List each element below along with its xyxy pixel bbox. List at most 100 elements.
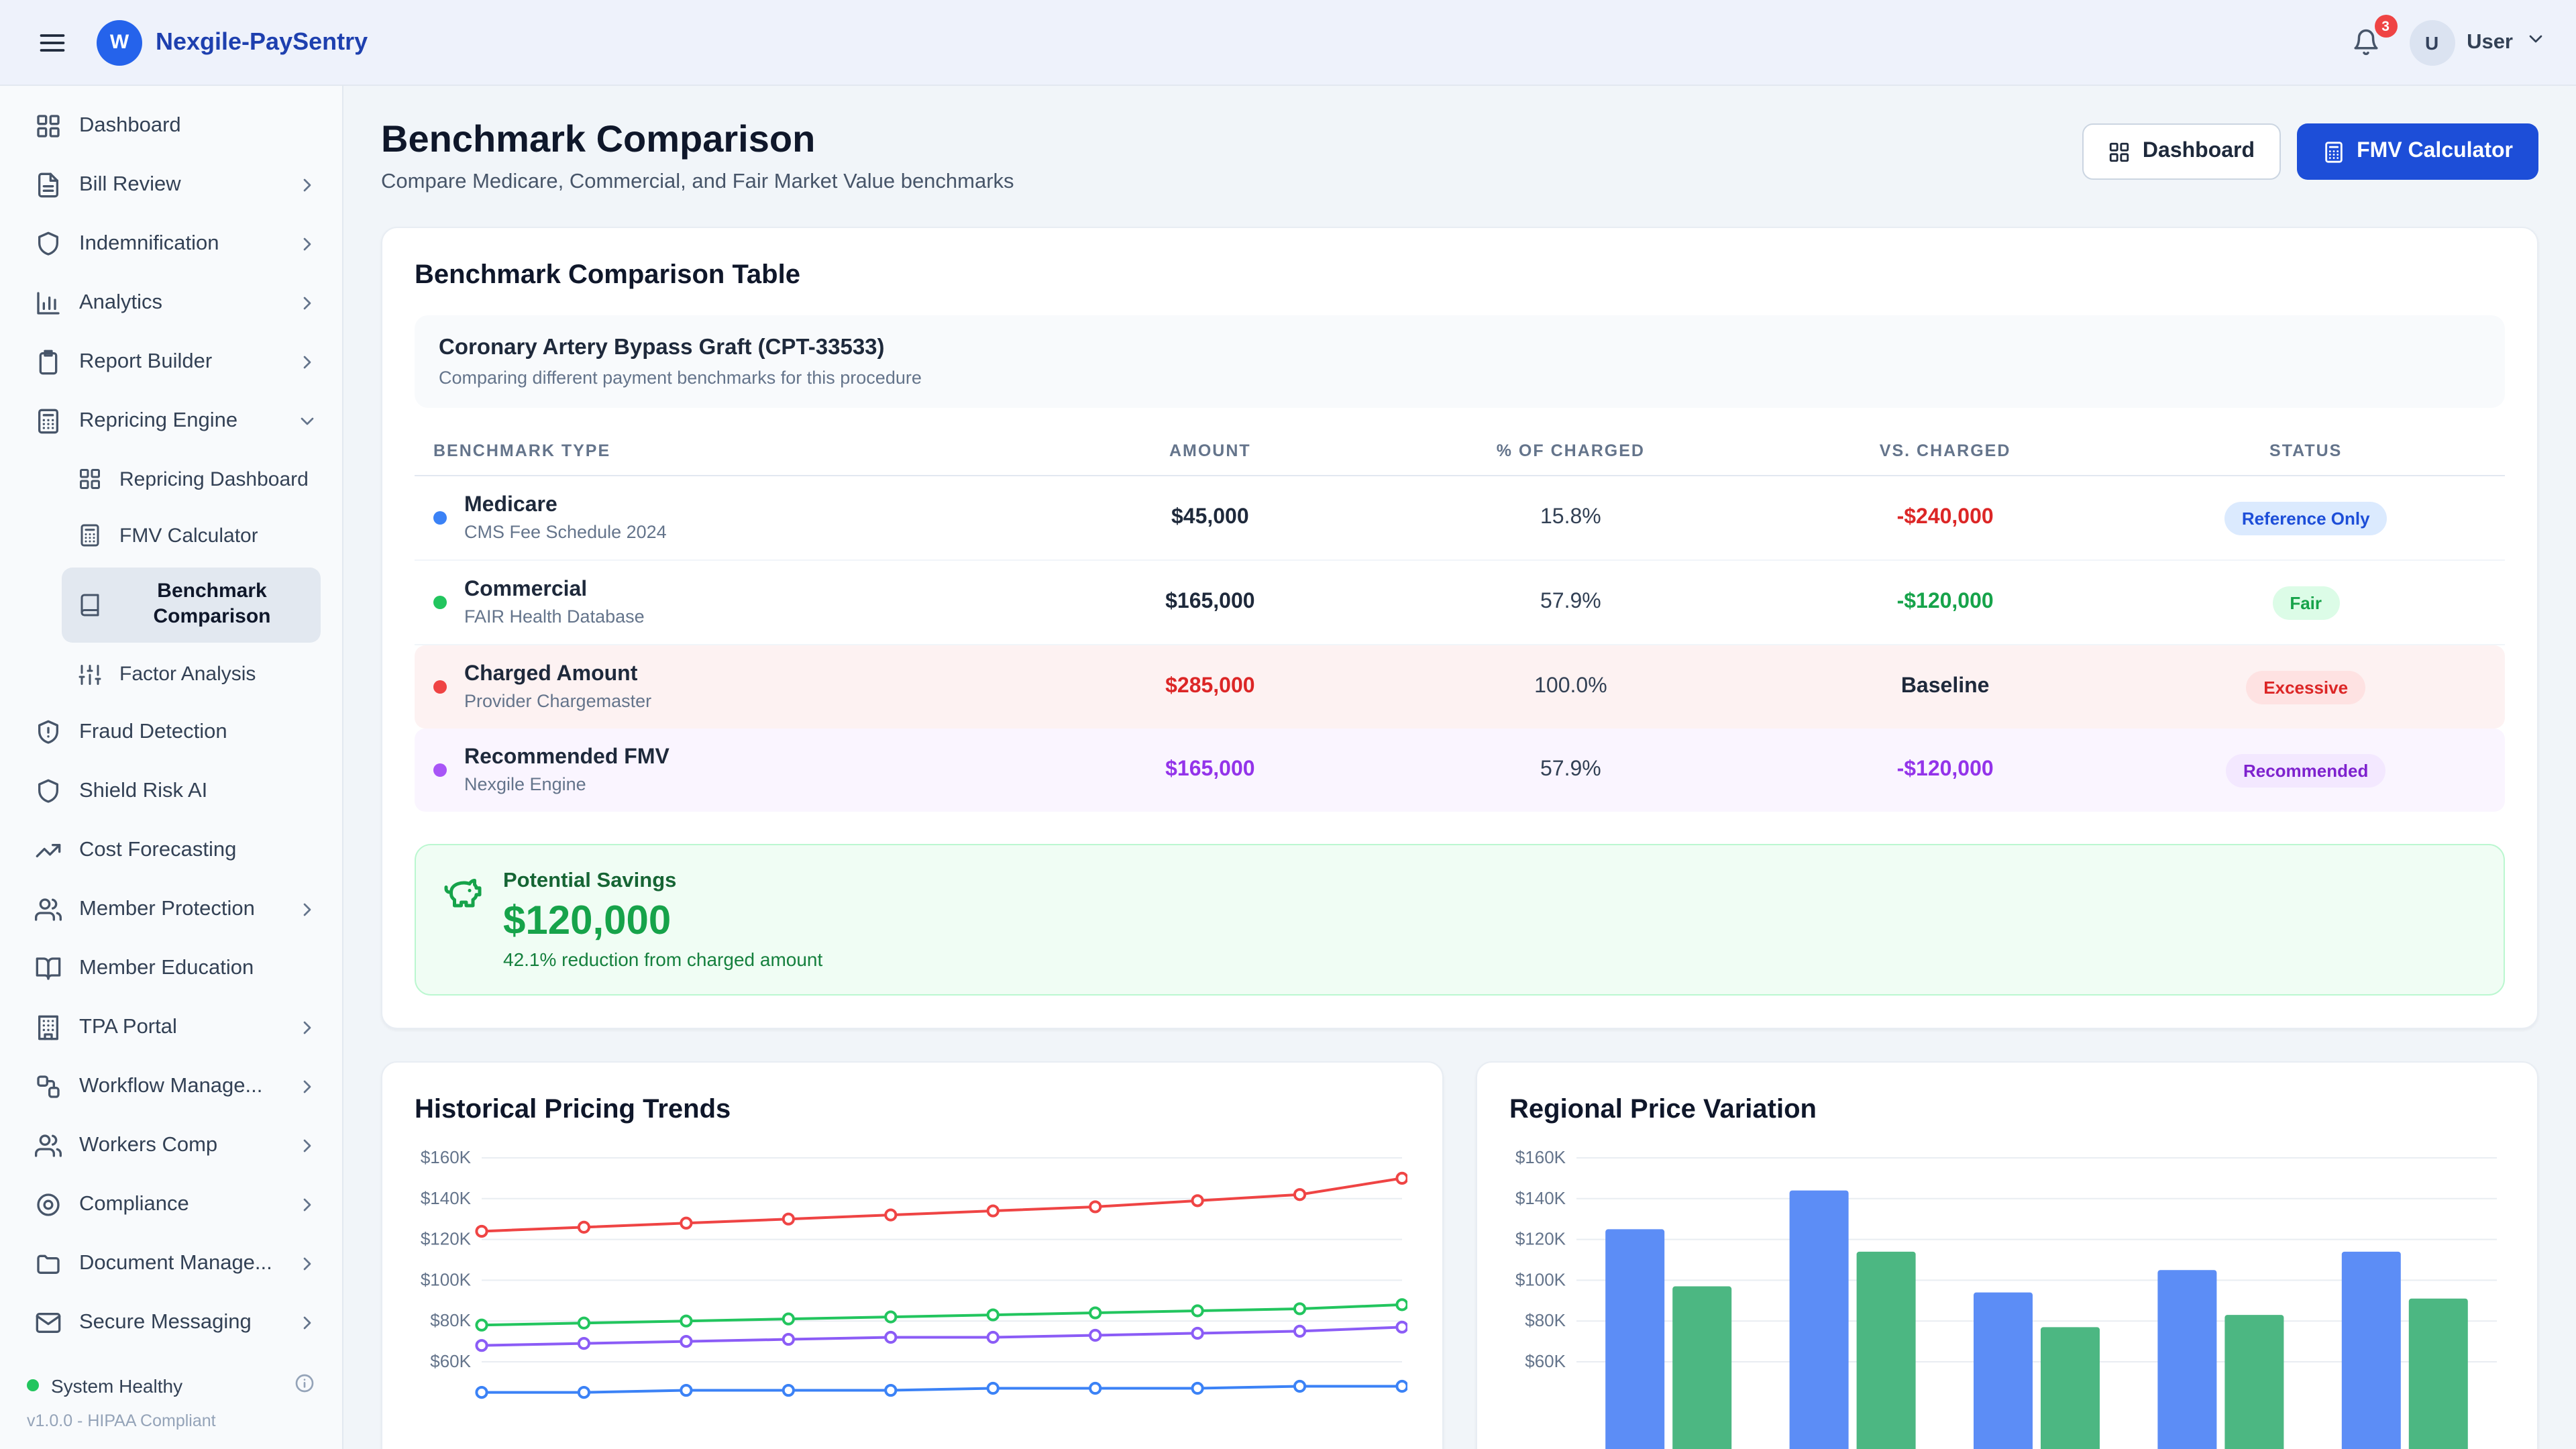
dashboard-button[interactable]: Dashboard: [2082, 123, 2280, 180]
chart-title: Regional Price Variation: [1509, 1095, 2505, 1126]
building-icon: [35, 1014, 62, 1040]
svg-text:$140K: $140K: [1515, 1188, 1566, 1208]
benchmark-name: Charged Amount: [464, 663, 651, 687]
svg-text:$160K: $160K: [421, 1147, 472, 1167]
chevron-right-icon: [297, 174, 318, 196]
sidebar-item-workflow-manage[interactable]: Workflow Manage...: [0, 1057, 342, 1116]
sidebar-item-compliance[interactable]: Compliance: [0, 1175, 342, 1234]
sidebar-item-label: Benchmark Comparison: [119, 580, 305, 630]
system-status-label: System Healthy: [51, 1375, 182, 1396]
svg-text:$120K: $120K: [1515, 1229, 1566, 1249]
amount-cell: $285,000: [1044, 675, 1377, 699]
clipboard-icon: [35, 349, 62, 376]
historical-trends-card: Historical Pricing Trends $160K$140K$120…: [381, 1061, 1444, 1449]
sidebar-item-member-protection[interactable]: Member Protection: [0, 879, 342, 938]
app-window: W Nexgile-PaySentry 3 U User DashboardBi…: [0, 0, 2576, 1449]
chevron-right-icon: [297, 352, 318, 373]
pct-of-charged-cell: 15.8%: [1377, 506, 1765, 530]
sidebar-item-benchmark-comparison[interactable]: Benchmark Comparison: [62, 568, 321, 642]
savings-note: 42.1% reduction from charged amount: [503, 949, 822, 970]
users-icon: [35, 1132, 62, 1159]
brand-logo: W: [97, 19, 142, 65]
sidebar-item-label: Factor Analysis: [119, 663, 256, 686]
svg-text:$60K: $60K: [430, 1351, 471, 1371]
sidebar-item-repricing-engine[interactable]: Repricing Engine: [0, 392, 342, 451]
shield-icon: [35, 231, 62, 258]
sidebar-item-cost-forecasting[interactable]: Cost Forecasting: [0, 820, 342, 879]
sidebar-item-fraud-detection[interactable]: Fraud Detection: [0, 702, 342, 761]
sidebar-item-fmv-calculator[interactable]: FMV Calculator: [0, 507, 342, 564]
brand[interactable]: W Nexgile-PaySentry: [97, 19, 368, 65]
amount-cell: $45,000: [1044, 506, 1377, 530]
svg-text:$140K: $140K: [421, 1188, 472, 1208]
users-icon: [35, 896, 62, 922]
amount-cell: $165,000: [1044, 758, 1377, 782]
grid-icon: [78, 467, 102, 491]
notifications-button[interactable]: 3: [2343, 20, 2387, 64]
benchmark-name: Commercial: [464, 578, 645, 602]
book-icon: [78, 593, 102, 617]
sidebar-item-report-builder[interactable]: Report Builder: [0, 333, 342, 392]
svg-text:$120K: $120K: [421, 1229, 472, 1249]
sidebar-item-secure-messaging[interactable]: Secure Messaging: [0, 1293, 342, 1352]
benchmark-name: Recommended FMV: [464, 746, 669, 770]
sidebar-item-tpa-portal[interactable]: TPA Portal: [0, 998, 342, 1057]
sidebar-item-indemnification[interactable]: Indemnification: [0, 215, 342, 274]
user-menu[interactable]: U User: [2409, 19, 2546, 65]
page-title: Benchmark Comparison: [381, 118, 1014, 161]
sidebar-item-bill-review[interactable]: Bill Review: [0, 156, 342, 215]
info-icon[interactable]: [294, 1373, 315, 1398]
folder-icon: [35, 1250, 62, 1277]
fmv-calculator-button[interactable]: FMV Calculator: [2296, 123, 2538, 180]
svg-text:$100K: $100K: [1515, 1269, 1566, 1289]
procedure-panel: Coronary Artery Bypass Graft (CPT-33533)…: [415, 315, 2505, 408]
version-label: v1.0.0 - HIPAA Compliant: [27, 1411, 315, 1430]
sidebar-item-label: Workers Comp: [79, 1133, 217, 1157]
shield-alert-icon: [35, 718, 62, 745]
chevron-down-icon: [2525, 28, 2546, 50]
charts-row: Historical Pricing Trends $160K$140K$120…: [381, 1061, 2538, 1449]
benchmark-row-charged-amount[interactable]: Charged AmountProvider Chargemaster$285,…: [415, 645, 2505, 729]
sidebar-item-label: TPA Portal: [79, 1015, 177, 1039]
status-badge: Reference Only: [2224, 501, 2387, 535]
benchmark-row-commercial[interactable]: CommercialFAIR Health Database$165,00057…: [415, 561, 2505, 645]
bell-icon: [2351, 28, 2379, 56]
menu-button[interactable]: [30, 19, 75, 65]
status-badge: Excessive: [2246, 670, 2365, 704]
savings-panel: Potential Savings $120,000 42.1% reducti…: [415, 844, 2505, 996]
benchmark-source: CMS Fee Schedule 2024: [464, 522, 667, 542]
piggy-bank-icon: [443, 872, 483, 919]
series-dot: [433, 596, 447, 609]
table-header-row: BENCHMARK TYPEAMOUNT% OF CHARGEDVS. CHAR…: [415, 427, 2505, 476]
sidebar-item-repricing-dashboard[interactable]: Repricing Dashboard: [0, 451, 342, 507]
sidebar-item-document-manage[interactable]: Document Manage...: [0, 1234, 342, 1293]
sidebar-item-factor-analysis[interactable]: Factor Analysis: [0, 646, 342, 702]
sidebar-item-label: Secure Messaging: [79, 1310, 252, 1334]
info-icon: [294, 1373, 315, 1394]
user-label: User: [2467, 30, 2513, 54]
column-header-benchmark-type: BENCHMARK TYPE: [433, 441, 1044, 460]
calculator-icon: [78, 523, 102, 547]
sidebar-item-shield-risk-ai[interactable]: Shield Risk AI: [0, 761, 342, 820]
benchmark-row-medicare[interactable]: MedicareCMS Fee Schedule 2024$45,00015.8…: [415, 476, 2505, 561]
chevron-right-icon: [297, 1134, 318, 1156]
sidebar-item-member-education[interactable]: Member Education: [0, 938, 342, 998]
chevron-right-icon: [297, 1252, 318, 1274]
chevron-right-icon: [297, 898, 318, 920]
savings-title: Potential Savings: [503, 869, 822, 894]
sidebar-item-dashboard[interactable]: Dashboard: [0, 97, 342, 156]
column-header-amount: AMOUNT: [1044, 441, 1377, 460]
book-open-icon: [35, 955, 62, 981]
benchmark-row-recommended-fmv[interactable]: Recommended FMVNexgile Engine$165,00057.…: [415, 729, 2505, 812]
svg-text:$60K: $60K: [1525, 1351, 1566, 1371]
sidebar-item-workers-comp[interactable]: Workers Comp: [0, 1116, 342, 1175]
sidebar-item-label: Member Protection: [79, 897, 255, 921]
chevron-down-icon: [2525, 28, 2546, 56]
series-dot: [433, 763, 447, 777]
savings-amount: $120,000: [503, 899, 822, 945]
sidebar-item-label: Repricing Dashboard: [119, 468, 309, 490]
workflow-icon: [35, 1073, 62, 1099]
trending-up-icon: [35, 837, 62, 863]
sidebar-item-label: Cost Forecasting: [79, 838, 236, 862]
sidebar-item-analytics[interactable]: Analytics: [0, 274, 342, 333]
